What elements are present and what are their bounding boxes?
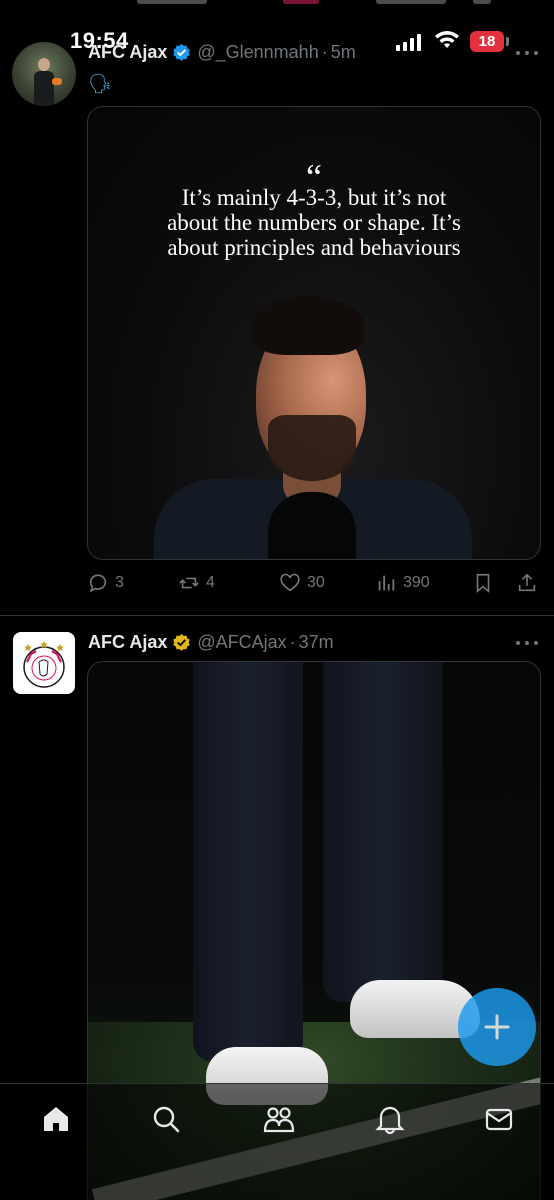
share-button[interactable]	[516, 572, 538, 594]
views-button[interactable]: 390	[375, 572, 430, 594]
ajax-crest-icon	[23, 641, 65, 688]
gold-check-icon	[173, 633, 191, 651]
handle[interactable]: @AFCAjax	[197, 632, 286, 653]
ajax-logo-avatar[interactable]	[13, 632, 75, 694]
trouser-leg-right	[323, 662, 443, 1002]
battery-indicator: 18	[470, 31, 504, 52]
view-count: 390	[403, 574, 430, 591]
display-name[interactable]: AFC Ajax	[88, 632, 167, 653]
bottom-navigation	[0, 1083, 554, 1200]
cellular-signal-icon	[396, 33, 422, 51]
status-bar: 19:54 18	[0, 0, 554, 62]
share-icon	[518, 573, 536, 592]
timestamp[interactable]: 37m	[299, 632, 334, 653]
tweet-image[interactable]: “ It’s mainly 4-3-3, but it’s not about …	[87, 106, 541, 560]
tweet-actions: 3 4 30 390	[87, 572, 542, 602]
separator: ·	[289, 632, 296, 652]
more-options-icon[interactable]	[516, 640, 538, 646]
repost-count: 4	[206, 574, 215, 591]
notifications-icon[interactable]	[375, 1104, 405, 1134]
bookmark-icon	[476, 573, 490, 594]
reply-icon	[89, 574, 107, 593]
repost-icon	[179, 577, 199, 589]
image-quote-text: It’s mainly 4-3-3, but it’s not about th…	[167, 185, 461, 260]
communities-icon[interactable]	[262, 1104, 296, 1134]
tweet-glennmahh[interactable]: AFC Ajax @_Glennmahh · 5m 🗣 “ It’s mainl…	[0, 0, 554, 615]
reply-count: 3	[115, 574, 124, 591]
heart-icon	[280, 573, 300, 592]
compose-plus-icon	[484, 1014, 510, 1040]
speaking-head-emoji: 🗣	[88, 74, 113, 95]
battery-tip	[506, 37, 509, 46]
status-time: 19:54	[70, 28, 129, 53]
home-icon[interactable]	[41, 1104, 71, 1134]
tweet-header: AFC Ajax @AFCAjax · 37m	[88, 632, 334, 653]
bookmark-button[interactable]	[472, 572, 494, 594]
wifi-icon	[435, 31, 459, 48]
repost-button[interactable]: 4	[178, 572, 215, 594]
search-icon[interactable]	[151, 1104, 181, 1134]
trouser-leg-left	[193, 662, 303, 1062]
compose-button[interactable]	[458, 988, 536, 1066]
views-icon	[378, 575, 395, 591]
portrait-photo	[148, 287, 478, 559]
like-count: 30	[307, 574, 325, 591]
messages-icon[interactable]	[484, 1104, 514, 1134]
like-button[interactable]: 30	[279, 572, 325, 594]
reply-button[interactable]: 3	[87, 572, 124, 594]
